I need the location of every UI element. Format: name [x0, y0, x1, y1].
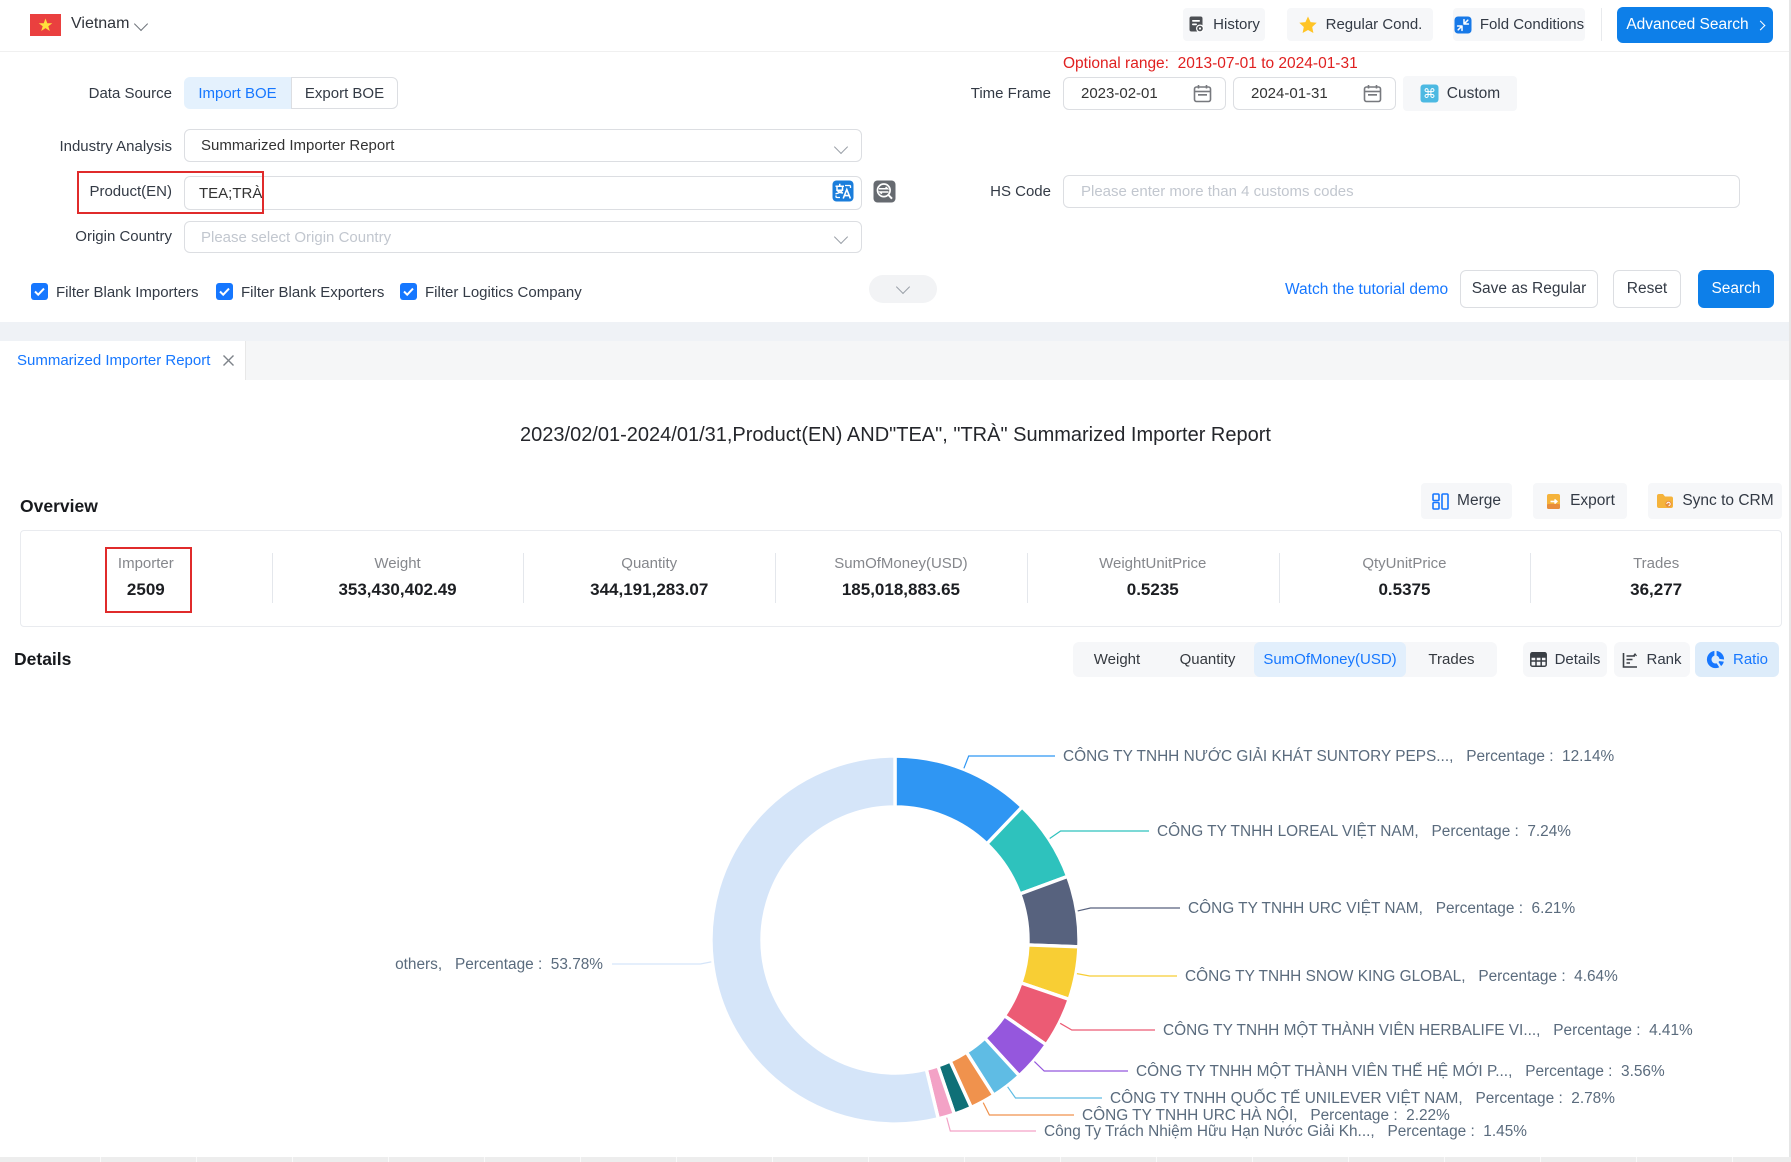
svg-text:CÔNG TY TNHH SNOW KING GLOBAL,: CÔNG TY TNHH SNOW KING GLOBAL, Percentag… — [1185, 968, 1618, 985]
svg-text:Công Ty Trách Nhiệm Hữu Hạn Nư: Công Ty Trách Nhiệm Hữu Hạn Nước Giải Kh… — [1044, 1123, 1527, 1140]
svg-text:CÔNG TY TNHH QUỐC TẾ UNILEVER: CÔNG TY TNHH QUỐC TẾ UNILEVER VIỆT NAM, … — [1110, 1089, 1615, 1107]
svg-text:CÔNG TY TNHH URC VIỆT NAM, P: CÔNG TY TNHH URC VIỆT NAM, Percentage : … — [1188, 900, 1575, 917]
svg-text:CÔNG TY TNHH NƯỚC GIẢI KHÁT SU: CÔNG TY TNHH NƯỚC GIẢI KHÁT SUNTORY PEPS… — [1063, 748, 1615, 765]
svg-text:⌘: ⌘ — [1423, 86, 1436, 101]
svg-text:CÔNG TY TNHH LOREAL VIỆT NAM,: CÔNG TY TNHH LOREAL VIỆT NAM, Percentage… — [1157, 823, 1571, 840]
svg-text:CÔNG TY TNHH MỘT THÀNH VIÊN TH: CÔNG TY TNHH MỘT THÀNH VIÊN THẾ HỆ MỚI P… — [1136, 1063, 1665, 1080]
svg-text:others, Percentage : 53.78%: others, Percentage : 53.78% — [395, 956, 603, 973]
svg-text:CÔNG TY TNHH URC HÀ NỘI, Per: CÔNG TY TNHH URC HÀ NỘI, Percentage : 2.… — [1082, 1107, 1450, 1124]
svg-text:CÔNG TY TNHH MỘT THÀNH VIÊN HE: CÔNG TY TNHH MỘT THÀNH VIÊN HERBALIFE VI… — [1163, 1022, 1693, 1039]
